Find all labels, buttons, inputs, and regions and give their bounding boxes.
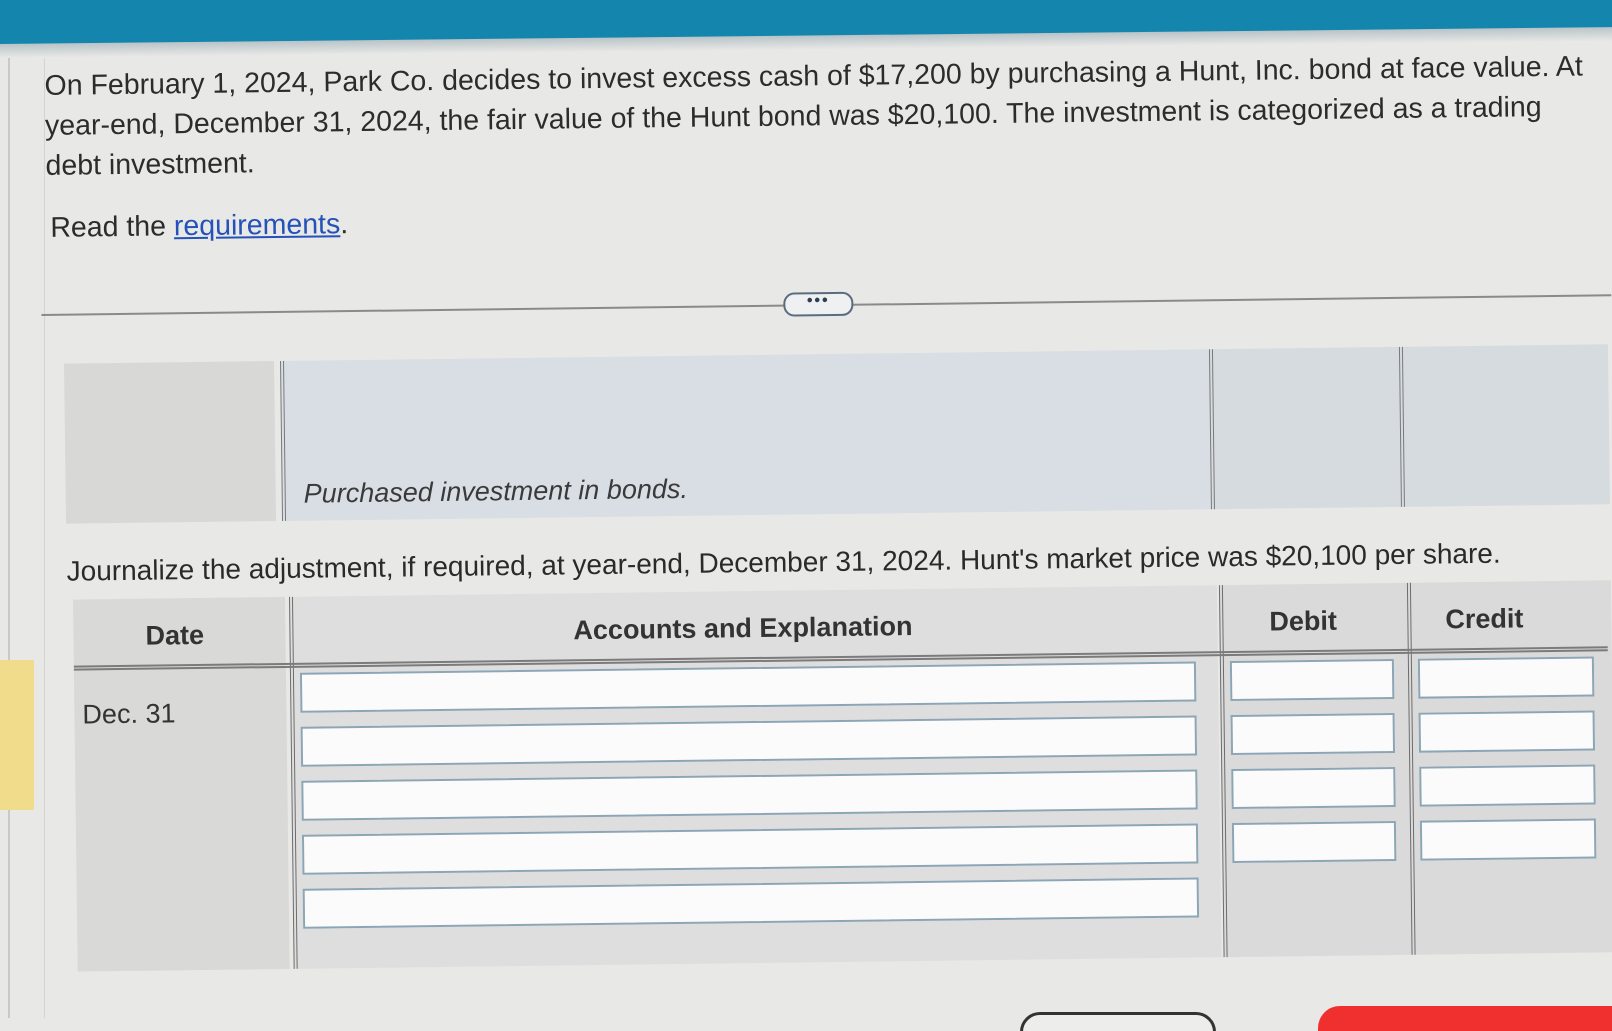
read-suffix: . (340, 208, 349, 241)
expand-button[interactable]: ••• (783, 291, 854, 317)
screen: On February 1, 2024, Park Co. decides to… (0, 0, 1612, 1031)
credit-input-4[interactable] (1419, 818, 1597, 861)
requirements-link[interactable]: requirements (174, 208, 341, 242)
entry-date: Dec. 31 (82, 698, 176, 730)
question-content: On February 1, 2024, Park Co. decides to… (0, 0, 1612, 1031)
debit-header: Debit (1269, 605, 1338, 637)
credit-input-1[interactable] (1417, 656, 1595, 699)
credit-header: Credit (1445, 603, 1524, 635)
debit-input-3[interactable] (1231, 766, 1396, 810)
previous-credit-cell (1398, 344, 1610, 507)
previous-journal-entry: Purchased investment in bonds. (64, 344, 1610, 524)
date-header: Date (145, 619, 205, 651)
bottom-outline-button[interactable] (1020, 1012, 1216, 1031)
read-prefix: Read the (50, 210, 175, 244)
previous-explanation: Purchased investment in bonds. (303, 473, 689, 509)
previous-account-cell: Purchased investment in bonds. (280, 349, 1211, 521)
previous-date-cell (64, 361, 277, 524)
accounts-header: Accounts and Explanation (573, 611, 913, 646)
debit-input-1[interactable] (1229, 658, 1395, 702)
credit-input-2[interactable] (1418, 710, 1596, 753)
debit-input-2[interactable] (1230, 712, 1396, 756)
previous-debit-cell (1208, 346, 1401, 510)
instruction-text: Journalize the adjustment, if required, … (66, 537, 1501, 587)
problem-statement: On February 1, 2024, Park Co. decides to… (44, 50, 1583, 182)
credit-input-3[interactable] (1419, 764, 1596, 807)
journal-entry-table: Date Accounts and Explanation Debit Cred… (73, 580, 1612, 972)
read-requirements-line: Read the requirements. (50, 208, 348, 245)
debit-input-4[interactable] (1231, 820, 1397, 864)
check-answer-button[interactable] (1318, 1006, 1612, 1031)
